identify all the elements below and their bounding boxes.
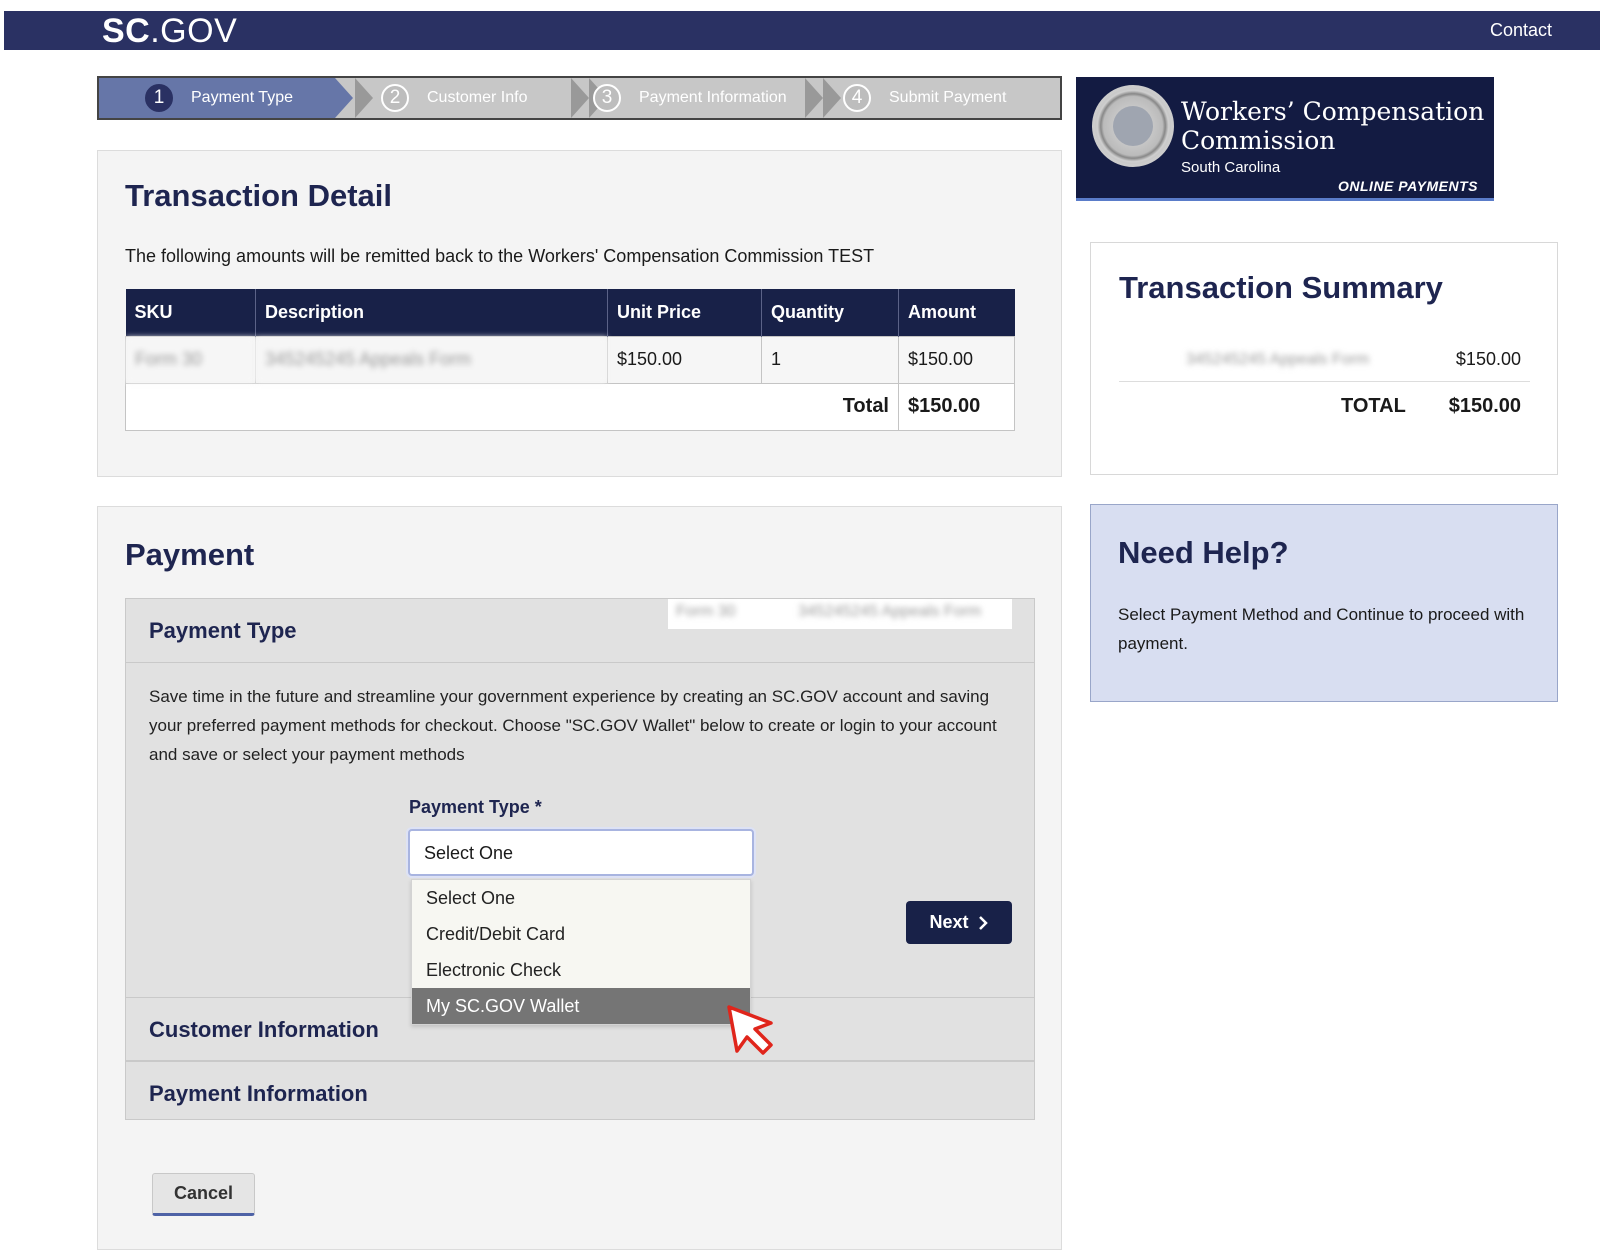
step-label: Customer Info: [427, 89, 528, 106]
summary-item-amount: $150.00: [1455, 349, 1521, 369]
cell-sku: Form 30: [125, 335, 256, 384]
section-title: Payment Information: [149, 1081, 368, 1106]
option-select-one[interactable]: Select One: [412, 880, 750, 916]
summary-total-label: TOTAL: [1341, 395, 1406, 417]
col-header-description: Description: [255, 289, 608, 336]
step-payment-type[interactable]: 1 Payment Type: [145, 78, 293, 118]
need-help-panel: Need Help? Select Payment Method and Con…: [1090, 504, 1558, 702]
top-nav-bar: SC.GOV Contact: [4, 11, 1600, 50]
total-row: Total $150.00: [125, 382, 1015, 431]
col-header-amount: Amount: [898, 289, 1015, 336]
scgov-logo[interactable]: SC.GOV: [102, 13, 237, 49]
next-button[interactable]: Next: [906, 901, 1012, 944]
transaction-detail-panel: Transaction Detail The following amounts…: [97, 150, 1062, 477]
transaction-summary-title: Transaction Summary: [1119, 270, 1443, 305]
total-label: Total: [125, 382, 899, 431]
step-label: Submit Payment: [889, 89, 1007, 106]
payment-accordion: Payment Type Form 30 345245245 Appeals F…: [125, 598, 1035, 1120]
col-header-unit-price: Unit Price: [607, 289, 762, 336]
payment-type-select[interactable]: Select One: [408, 829, 754, 876]
step-customer-info[interactable]: 2 Customer Info: [381, 78, 527, 118]
cancel-button[interactable]: Cancel: [152, 1173, 255, 1216]
blurred-overlay: Form 30 345245245 Appeals Form: [668, 599, 1012, 629]
step-number: 4: [843, 84, 871, 112]
step-payment-information[interactable]: 3 Payment Information: [593, 78, 787, 118]
col-header-quantity: Quantity: [761, 289, 899, 336]
wallet-info-text: Save time in the future and streamline y…: [149, 687, 997, 764]
summary-total-value: $150.00: [1448, 395, 1521, 417]
cell-amount: $150.00: [898, 335, 1015, 384]
payment-type-label: Payment Type *: [409, 797, 542, 817]
col-header-sku: SKU: [125, 289, 256, 336]
need-help-text: Select Payment Method and Continue to pr…: [1118, 605, 1525, 653]
accordion-payment-information-header[interactable]: Payment Information: [126, 1061, 1034, 1125]
cell-description: 345245245 Appeals Form: [255, 335, 608, 384]
divider: [1119, 381, 1530, 382]
transaction-detail-description: The following amounts will be remitted b…: [125, 246, 875, 266]
payment-type-dropdown: Select One Credit/Debit Card Electronic …: [411, 879, 751, 1025]
cell-quantity: 1: [761, 335, 899, 384]
transaction-summary-panel: Transaction Summary 345245245 Appeals Fo…: [1090, 242, 1558, 475]
total-value: $150.00: [898, 382, 1015, 431]
need-help-title: Need Help?: [1118, 535, 1289, 570]
option-electronic-check[interactable]: Electronic Check: [412, 952, 750, 988]
state-seal-icon: [1092, 85, 1174, 167]
section-title: Customer Information: [149, 1017, 379, 1042]
step-number: 2: [381, 84, 409, 112]
section-title: Payment Type: [149, 618, 297, 643]
checkout-stepper: 1 Payment Type 2 Customer Info 3 Payment…: [97, 76, 1062, 120]
option-credit-debit-card[interactable]: Credit/Debit Card: [412, 916, 750, 952]
wcc-brand-logo: Workers’ Compensation Commission South Ca…: [1076, 77, 1494, 201]
step-label: Payment Type: [191, 89, 293, 106]
payment-title: Payment: [125, 537, 255, 572]
table-row: Form 30 345245245 Appeals Form $150.00 1…: [125, 335, 1015, 384]
contact-link[interactable]: Contact: [1490, 20, 1552, 41]
transaction-items-table: SKU Description Unit Price Quantity Amou…: [125, 289, 1015, 431]
mouse-pointer-icon: [727, 1005, 773, 1055]
cell-unit-price: $150.00: [607, 335, 762, 384]
option-sc-gov-wallet[interactable]: My SC.GOV Wallet: [412, 988, 750, 1024]
summary-item-name: 345245245 Appeals Form: [1186, 351, 1370, 368]
transaction-detail-title: Transaction Detail: [125, 178, 393, 213]
chevron-right-icon: [978, 915, 988, 930]
step-number: 1: [145, 84, 173, 112]
step-submit-payment[interactable]: 4 Submit Payment: [843, 78, 1006, 118]
step-label: Payment Information: [639, 89, 787, 106]
step-number: 3: [593, 84, 621, 112]
